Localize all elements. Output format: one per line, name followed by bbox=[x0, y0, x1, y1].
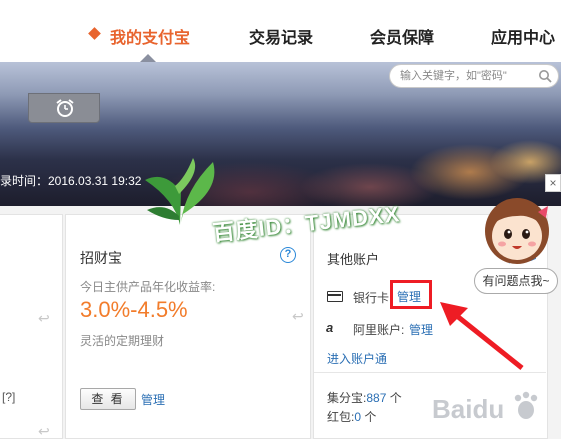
hongbao-label: 红包: bbox=[327, 410, 355, 424]
jifenbao-value[interactable]: 887 bbox=[366, 391, 386, 405]
last-login-time: 录时间：2016.03.31 19:32 bbox=[0, 174, 142, 188]
baidu-logo: Baidu bbox=[432, 391, 538, 424]
nav-caret-icon bbox=[140, 54, 156, 62]
mascot-avatar[interactable] bbox=[478, 186, 556, 268]
alibaba-account-label: 阿里账户: bbox=[353, 323, 405, 337]
other-accounts-title: 其他账户 bbox=[327, 252, 380, 267]
left-panel bbox=[0, 214, 63, 439]
arrow-icon[interactable]: ↩ bbox=[292, 308, 304, 325]
bank-card-icon bbox=[327, 291, 343, 302]
enter-account-link[interactable]: 进入账户通 bbox=[327, 350, 387, 367]
help-marker[interactable]: [?] bbox=[2, 390, 15, 404]
zhaocaibao-manage-link[interactable]: 管理 bbox=[141, 391, 165, 408]
help-icon[interactable]: ? bbox=[280, 247, 296, 263]
arrow-icon[interactable]: ↩ bbox=[38, 423, 50, 439]
logo-text: Baidu bbox=[432, 394, 504, 424]
highlight-box bbox=[390, 280, 432, 309]
zhaocaibao-desc: 灵活的定期理财 bbox=[80, 334, 165, 348]
zhaocaibao-rate: 3.0%-4.5% bbox=[80, 297, 188, 322]
search-icon[interactable] bbox=[538, 69, 552, 83]
jifenbao-unit: 个 bbox=[389, 391, 402, 405]
jifenbao-label: 集分宝: bbox=[327, 391, 367, 405]
nav-member-protection[interactable]: 会员保障 bbox=[370, 24, 434, 48]
nav-transactions[interactable]: 交易记录 bbox=[249, 24, 313, 48]
nav-app-center[interactable]: 应用中心 bbox=[491, 24, 555, 48]
hongbao-row: 红包:0 个 bbox=[327, 408, 376, 425]
hongbao-value[interactable]: 0 bbox=[354, 410, 361, 424]
view-button[interactable]: 查 看 bbox=[80, 388, 136, 410]
search-box[interactable] bbox=[389, 64, 559, 88]
pointer-arrow-icon bbox=[440, 302, 524, 370]
zhaocaibao-title: 招财宝 bbox=[80, 250, 122, 266]
help-bubble[interactable]: 有问题点我~ bbox=[474, 268, 558, 294]
alibaba-icon: a bbox=[326, 320, 334, 335]
alipay-page: 我的支付宝 交易记录 会员保障 应用中心 录时间：2016.03.31 19:3… bbox=[0, 0, 561, 439]
hongbao-unit: 个 bbox=[364, 410, 377, 424]
zhaocaibao-subtitle: 今日主供产品年化收益率: bbox=[80, 280, 216, 294]
nav-my-alipay[interactable]: 我的支付宝 bbox=[110, 24, 190, 48]
search-input[interactable] bbox=[400, 68, 538, 84]
jifenbao-row: 集分宝:887 个 bbox=[327, 389, 402, 406]
arrow-icon[interactable]: ↩ bbox=[38, 310, 50, 327]
alarm-button[interactable] bbox=[28, 93, 100, 123]
active-dot-icon bbox=[88, 27, 101, 40]
top-nav: 我的支付宝 交易记录 会员保障 应用中心 bbox=[0, 0, 561, 62]
bank-card-label: 银行卡 bbox=[353, 291, 390, 305]
alarm-clock-icon bbox=[56, 99, 74, 117]
